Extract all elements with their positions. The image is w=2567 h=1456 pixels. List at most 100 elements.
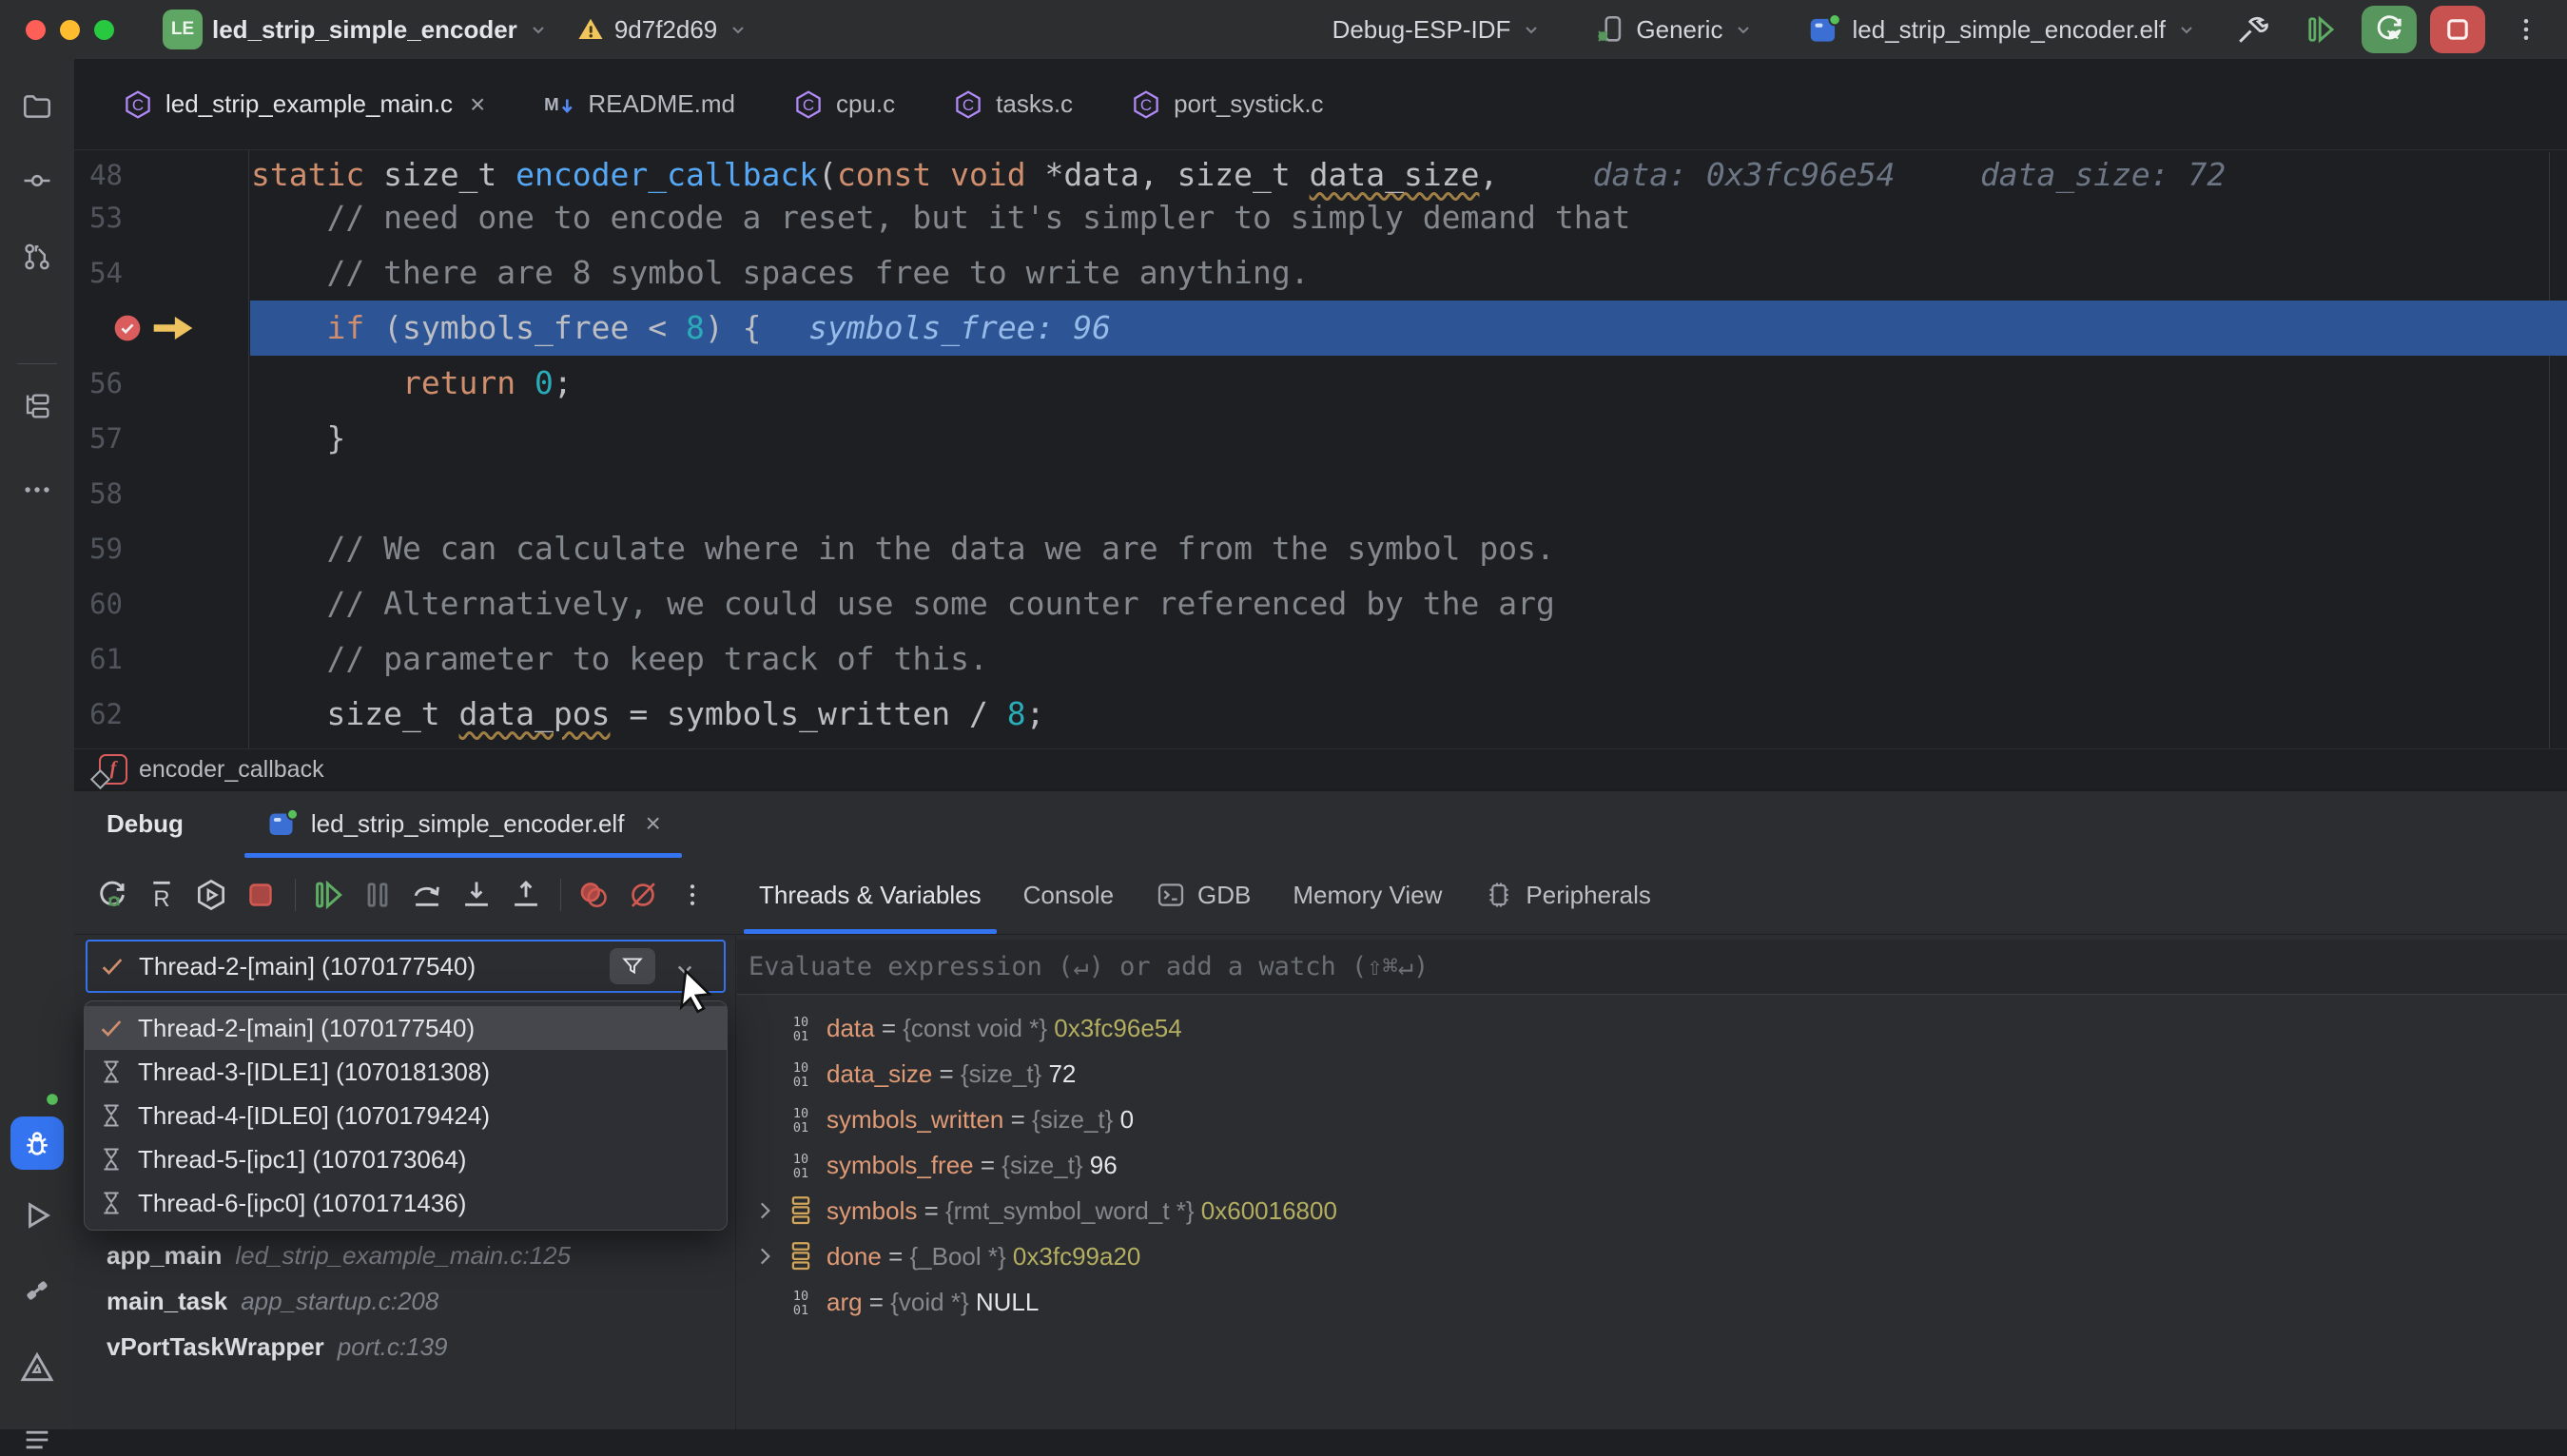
code-line[interactable]: 61 // parameter to keep track of this. [74, 631, 2567, 687]
commit-tool-button[interactable] [21, 165, 53, 197]
mute-breakpoints-button[interactable] [624, 876, 662, 914]
variable-row[interactable]: 1001symbols_free = {size_t} 96 [737, 1142, 2567, 1188]
line-number[interactable]: 56 [74, 356, 123, 411]
line-number[interactable]: 53 [74, 202, 123, 245]
line-number[interactable]: 54 [74, 245, 123, 301]
restart-debug-button[interactable] [2362, 6, 2417, 53]
structure-tool-button[interactable] [21, 390, 53, 422]
editor-tab[interactable]: Cport_systick.c [1101, 59, 1352, 149]
run-tool-button[interactable] [20, 1198, 54, 1233]
thread-dropdown-item[interactable]: Thread-5-[ipc1] (1070173064) [85, 1137, 727, 1181]
editor-tab[interactable]: Ctasks.c [924, 59, 1101, 149]
stack-frame-row[interactable]: vPortTaskWrapperport.c:139 [107, 1324, 571, 1369]
panel-separator[interactable] [735, 935, 736, 1429]
editor-tab[interactable]: Cled_strip_example_main.c× [93, 59, 514, 149]
line-number[interactable]: 60 [74, 576, 123, 631]
code-line[interactable]: 59 // We can calculate where in the data… [74, 521, 2567, 576]
filter-threads-button[interactable] [610, 948, 655, 984]
line-number[interactable]: 48 [74, 150, 123, 200]
thread-dropdown-item[interactable]: Thread-2-[main] (1070177540) [85, 1006, 727, 1050]
line-number[interactable]: 59 [74, 521, 123, 576]
code-line[interactable]: 53 // need one to encode a reset, but it… [74, 202, 2567, 245]
debug-tab-console[interactable]: Console [1002, 856, 1135, 934]
problems-tool-button[interactable] [19, 1349, 55, 1386]
variable-row[interactable]: symbols = {rmt_symbol_word_t *} 0x600168… [737, 1188, 2567, 1233]
main-menu-button[interactable] [21, 1424, 53, 1456]
window-minimize-button[interactable] [60, 20, 80, 40]
variable-type: {const void *} [903, 1014, 1047, 1043]
build-button[interactable] [2225, 6, 2280, 53]
project-widget[interactable]: LE led_strip_simple_encoder [163, 10, 550, 49]
variable-row[interactable]: done = {_Bool *} 0x3fc99a20 [737, 1233, 2567, 1279]
sticky-code-line[interactable]: 48static size_t encoder_callback(const v… [74, 150, 2567, 200]
check-icon [99, 953, 126, 980]
editor-tab-label: port_systick.c [1174, 89, 1324, 119]
debug-tab-memory-view[interactable]: Memory View [1272, 856, 1463, 934]
restart-debug-button[interactable] [93, 876, 131, 914]
vcs-widget[interactable]: 9d7f2d69 [576, 15, 749, 45]
code-line[interactable]: 62 size_t data_pos = symbols_written / 8… [74, 687, 2567, 742]
variable-row[interactable]: 1001data = {const void *} 0x3fc96e54 [737, 1005, 2567, 1051]
step-into-button[interactable] [457, 876, 496, 914]
reset-button[interactable]: R [143, 876, 181, 914]
line-number[interactable]: 61 [74, 631, 123, 687]
debug-session-tab[interactable]: led_strip_simple_encoder.elf × [244, 791, 682, 856]
thread-selector-combobox[interactable]: Thread-2-[main] (1070177540) [86, 940, 726, 993]
inline-debug-hint: data_size: 72 [1980, 156, 2226, 193]
close-icon[interactable]: × [645, 808, 660, 839]
resume-program-button[interactable] [2293, 6, 2348, 53]
debug-tool-button[interactable] [10, 1116, 64, 1170]
code-editor[interactable]: 53 // need one to encode a reset, but it… [74, 202, 2567, 748]
pause-icon [360, 878, 395, 912]
thread-dropdown-item[interactable]: Thread-4-[IDLE0] (1070179424) [85, 1094, 727, 1137]
run-configuration-selector[interactable]: Debug-ESP-IDF [1332, 15, 1544, 45]
pause-button[interactable] [359, 876, 397, 914]
stack-frame-row[interactable]: app_mainled_strip_example_main.c:125 [107, 1233, 571, 1278]
window-zoom-button[interactable] [94, 20, 114, 40]
line-number[interactable]: 57 [74, 411, 123, 466]
project-tool-button[interactable] [21, 90, 53, 123]
pull-requests-tool-button[interactable] [21, 241, 53, 273]
step-out-button[interactable] [507, 876, 545, 914]
debug-tab-gdb[interactable]: GDB [1135, 856, 1272, 934]
code-line[interactable]: 54 // there are 8 symbol spaces free to … [74, 245, 2567, 301]
stack-frame-row[interactable]: main_taskapp_startup.c:208 [107, 1278, 571, 1324]
debug-configuration-selector[interactable]: led_strip_simple_encoder.elf [1806, 11, 2198, 48]
stop-button[interactable] [242, 876, 280, 914]
resume-button[interactable] [309, 876, 347, 914]
code-line[interactable]: if (symbols_free < 8) {symbols_free: 96 [74, 301, 2567, 356]
toolbar-more-button[interactable] [673, 876, 711, 914]
thread-dropdown-item[interactable]: Thread-3-[IDLE1] (1070181308) [85, 1050, 727, 1094]
sticky-line-header[interactable]: 48static size_t encoder_callback(const v… [74, 150, 2567, 204]
code-line[interactable]: 58 [74, 466, 2567, 521]
breadcrumb-function-name[interactable]: encoder_callback [139, 756, 324, 784]
editor-tab[interactable]: Ccpu.c [764, 59, 924, 149]
more-tools-button[interactable] [21, 474, 53, 506]
code-line[interactable]: 57 } [74, 411, 2567, 466]
debug-tab-threads-variables[interactable]: Threads & Variables [738, 856, 1002, 934]
thread-dropdown-item[interactable]: Thread-6-[ipc0] (1070171436) [85, 1181, 727, 1225]
stop-button[interactable] [2430, 6, 2485, 53]
line-number[interactable]: 62 [74, 687, 123, 742]
inline-debug-hint: data: 0x3fc96e54 [1593, 156, 1896, 193]
services-tool-button[interactable] [20, 1273, 54, 1308]
code-line[interactable]: 60 // Alternatively, we could use some c… [74, 576, 2567, 631]
variable-row[interactable]: 1001symbols_written = {size_t} 0 [737, 1097, 2567, 1142]
editor-tab[interactable]: MREADME.md [514, 59, 764, 149]
step-over-button[interactable] [408, 876, 446, 914]
close-icon[interactable]: × [470, 89, 485, 120]
variable-row[interactable]: 1001data_size = {size_t} 72 [737, 1051, 2567, 1097]
evaluate-expression-input[interactable]: Evaluate expression (↵) or add a watch (… [737, 940, 2567, 995]
variable-row[interactable]: 1001arg = {void *} NULL [737, 1279, 2567, 1325]
window-close-button[interactable] [26, 20, 46, 40]
target-selector[interactable]: Generic [1594, 13, 1755, 46]
view-breakpoints-button[interactable] [574, 876, 613, 914]
debug-tab-peripherals[interactable]: Peripherals [1463, 856, 1672, 934]
line-number[interactable]: 58 [74, 466, 123, 521]
debug-tab-label: Memory View [1293, 881, 1442, 910]
code-line[interactable]: 56 return 0; [74, 356, 2567, 411]
run-to-cursor-hexagon-button[interactable] [192, 876, 230, 914]
more-menu-button[interactable] [2499, 6, 2554, 53]
editor-scrollbar[interactable] [2549, 152, 2550, 748]
breakpoint-icon[interactable] [112, 313, 143, 343]
